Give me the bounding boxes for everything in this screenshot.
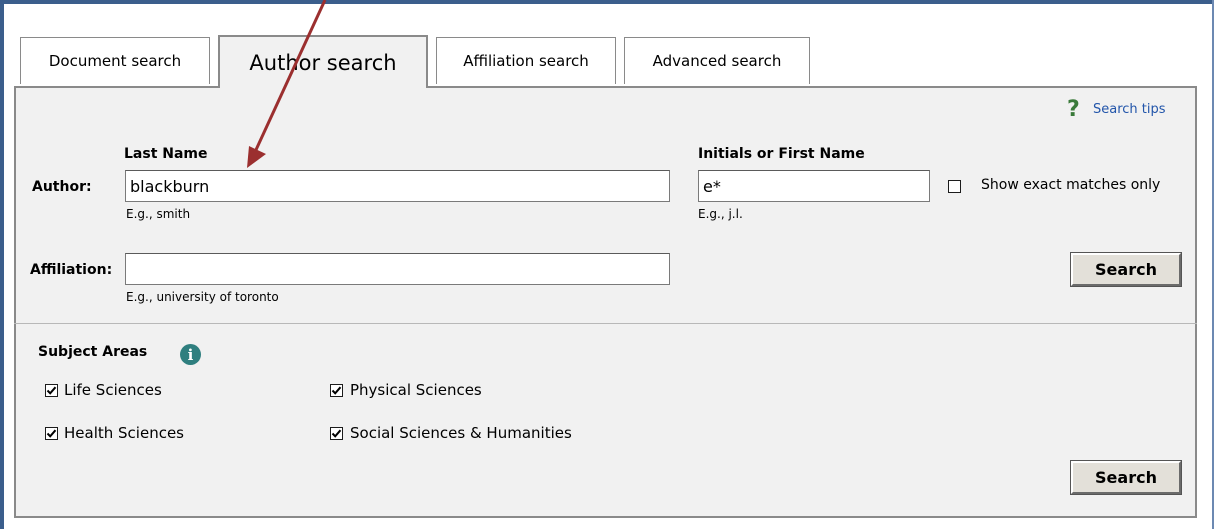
tab-document-search[interactable]: Document search xyxy=(20,37,210,84)
social-sciences-label: Social Sciences & Humanities xyxy=(350,424,572,442)
health-sciences-label: Health Sciences xyxy=(64,424,184,442)
physical-sciences-label: Physical Sciences xyxy=(350,381,482,399)
subject-areas-title: Subject Areas xyxy=(38,344,148,360)
affiliation-input[interactable] xyxy=(125,253,670,285)
window-left-border xyxy=(0,0,4,529)
first-name-input[interactable] xyxy=(698,170,930,202)
tab-label: Advanced search xyxy=(652,52,782,70)
first-name-hint: E.g., j.l. xyxy=(698,207,743,221)
tab-advanced-search[interactable]: Advanced search xyxy=(624,37,810,84)
last-name-label: Last Name xyxy=(124,146,208,162)
info-icon[interactable]: i xyxy=(180,344,201,365)
tab-label: Author search xyxy=(249,50,397,75)
checkmark-icon xyxy=(331,386,342,395)
last-name-input[interactable] xyxy=(125,170,670,202)
checkmark-icon xyxy=(331,429,342,438)
health-sciences-checkbox[interactable] xyxy=(45,427,58,440)
first-name-label: Initials or First Name xyxy=(698,146,865,162)
section-divider xyxy=(14,323,1197,324)
search-button-top[interactable]: Search xyxy=(1070,252,1182,287)
tab-label: Document search xyxy=(48,52,182,70)
exact-match-checkbox[interactable] xyxy=(948,180,961,193)
life-sciences-checkbox[interactable] xyxy=(45,384,58,397)
author-row-label: Author: xyxy=(32,179,92,195)
life-sciences-label: Life Sciences xyxy=(64,381,162,399)
question-mark-icon[interactable]: ? xyxy=(1067,97,1080,122)
tab-label: Affiliation search xyxy=(463,52,589,70)
checkmark-icon xyxy=(46,386,57,395)
physical-sciences-checkbox[interactable] xyxy=(330,384,343,397)
search-tips-link[interactable]: Search tips xyxy=(1093,102,1166,117)
checkmark-icon xyxy=(46,429,57,438)
tab-author-search[interactable]: Author search xyxy=(218,35,428,88)
window-top-border xyxy=(0,0,1214,4)
last-name-hint: E.g., smith xyxy=(126,207,191,221)
affiliation-label: Affiliation: xyxy=(30,262,113,278)
search-button-bottom[interactable]: Search xyxy=(1070,460,1182,495)
exact-match-label: Show exact matches only xyxy=(981,177,1161,193)
affiliation-hint: E.g., university of toronto xyxy=(126,290,279,304)
tab-affiliation-search[interactable]: Affiliation search xyxy=(436,37,616,84)
social-sciences-checkbox[interactable] xyxy=(330,427,343,440)
